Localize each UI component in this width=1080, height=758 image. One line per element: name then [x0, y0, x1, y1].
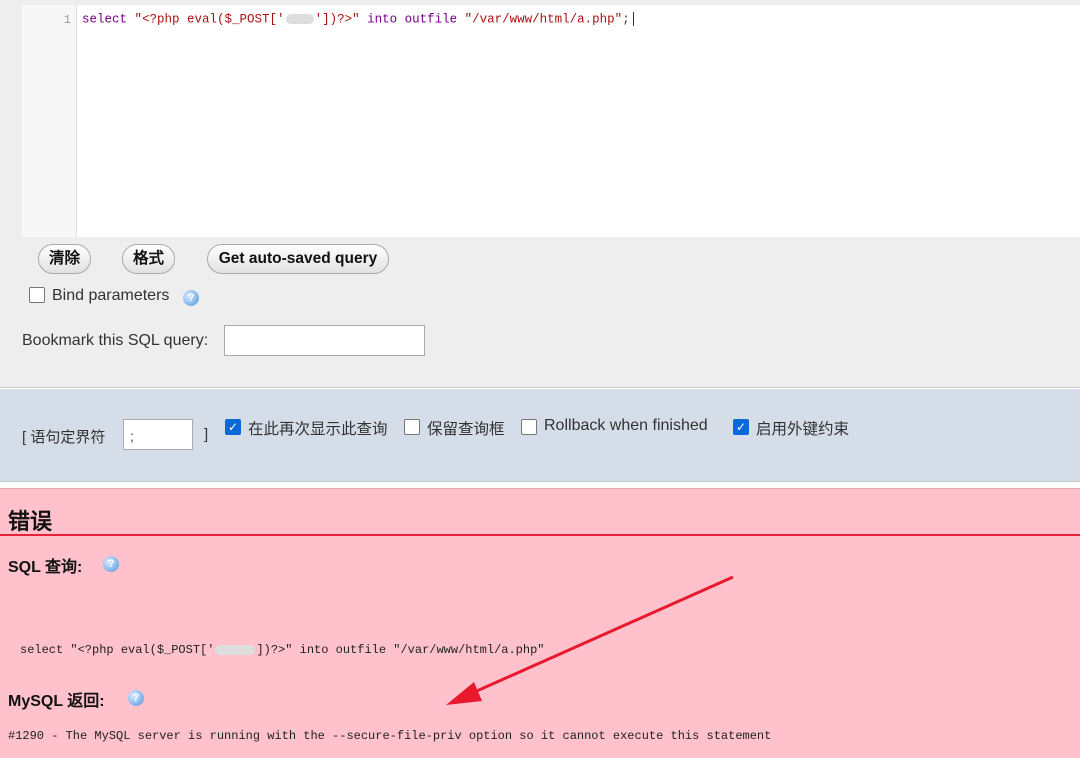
arrow-head: [446, 682, 482, 705]
arrow-shaft: [469, 575, 734, 696]
annotation-arrow: [446, 575, 734, 705]
